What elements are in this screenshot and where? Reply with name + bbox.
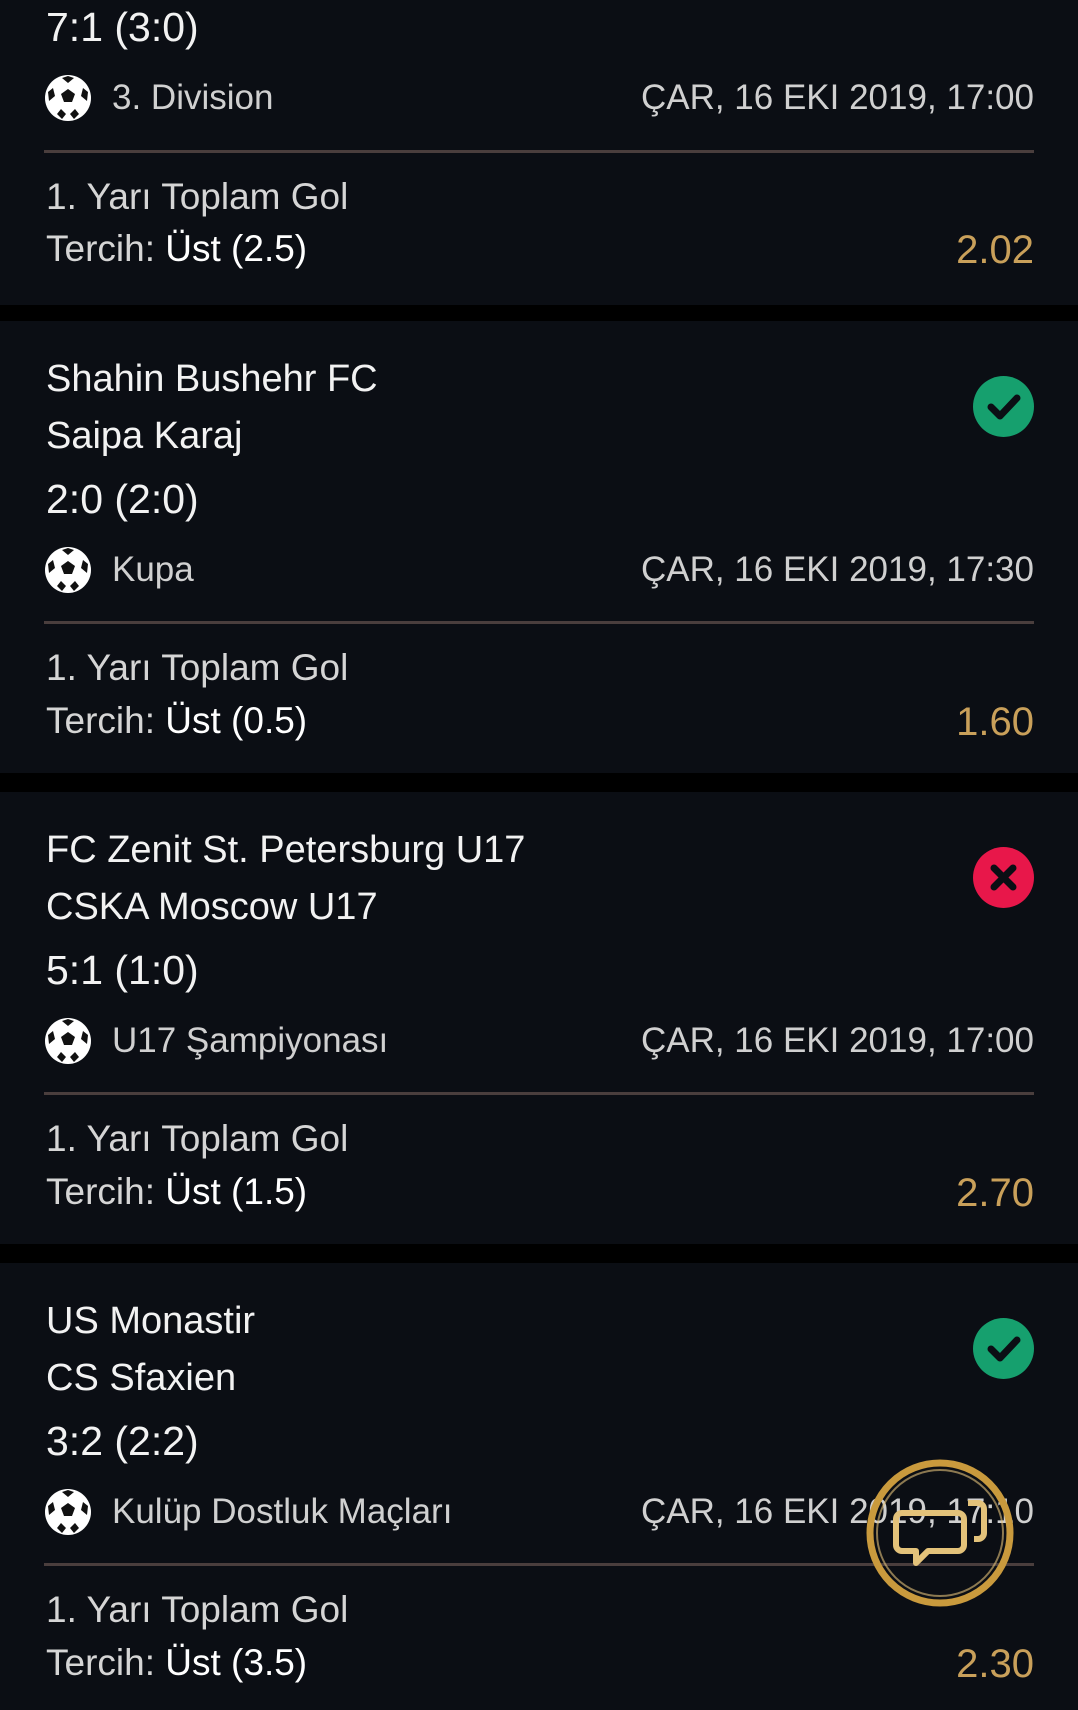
odds-value: 2.02 — [956, 228, 1034, 272]
market-name: 1. Yarı Toplam Gol — [46, 647, 349, 688]
check-circle-icon — [973, 1318, 1034, 1379]
away-team: Saipa Karaj — [46, 415, 243, 457]
league-name: 3. Division — [112, 78, 274, 117]
league-name: Kulüp Dostluk Maçları — [112, 1492, 453, 1531]
match-datetime: ÇAR, 16 EKI 2019, 17:00 — [640, 1021, 1034, 1060]
match-score: 2:0 (2:0) — [46, 476, 199, 522]
soccer-ball-icon — [45, 1018, 91, 1064]
pick-label: Tercih: — [46, 228, 155, 269]
match-score: 3:2 (2:2) — [46, 1418, 199, 1464]
pick-label: Tercih: — [46, 1642, 155, 1683]
odds-value: 2.70 — [956, 1171, 1034, 1215]
card-divider — [44, 150, 1034, 153]
match-datetime: ÇAR, 16 EKI 2019, 17:30 — [640, 550, 1034, 589]
match-datetime: ÇAR, 16 EKI 2019, 17:00 — [640, 78, 1034, 117]
bet-card-3[interactable]: FC Zenit St. Petersburg U17 CSKA Moscow … — [0, 792, 1078, 1244]
pick-value: Üst (2.5) — [165, 228, 308, 269]
pick-row: Tercih: Üst (0.5) — [46, 700, 307, 742]
pick-value: Üst (0.5) — [165, 700, 308, 741]
bet-card-1[interactable]: 7:1 (3:0) 3. Division ÇAR, 16 EKI 2019, … — [0, 0, 1078, 305]
pick-row: Tercih: Üst (2.5) — [46, 228, 307, 270]
home-team: FC Zenit St. Petersburg U17 — [46, 829, 526, 871]
league-name: Kupa — [112, 550, 194, 589]
pick-row: Tercih: Üst (3.5) — [46, 1642, 307, 1684]
soccer-ball-icon — [45, 547, 91, 593]
match-score: 5:1 (1:0) — [46, 947, 199, 993]
home-team: US Monastir — [46, 1300, 256, 1342]
market-name: 1. Yarı Toplam Gol — [46, 1589, 349, 1630]
pick-value: Üst (3.5) — [165, 1642, 308, 1683]
away-team: CSKA Moscow U17 — [46, 886, 378, 928]
chat-bubble-icon[interactable] — [862, 1455, 1017, 1610]
pick-value: Üst (1.5) — [165, 1171, 308, 1212]
odds-value: 1.60 — [956, 700, 1034, 744]
pick-row: Tercih: Üst (1.5) — [46, 1171, 307, 1213]
card-divider — [44, 621, 1034, 624]
x-circle-icon — [973, 847, 1034, 908]
check-circle-icon — [973, 376, 1034, 437]
market-name: 1. Yarı Toplam Gol — [46, 1118, 349, 1159]
soccer-ball-icon — [45, 1489, 91, 1535]
market-name: 1. Yarı Toplam Gol — [46, 176, 349, 217]
soccer-ball-icon — [45, 75, 91, 121]
pick-label: Tercih: — [46, 700, 155, 741]
home-team: Shahin Bushehr FC — [46, 358, 378, 400]
card-divider — [44, 1092, 1034, 1095]
match-score: 7:1 (3:0) — [46, 4, 199, 50]
odds-value: 2.30 — [956, 1642, 1034, 1686]
pick-label: Tercih: — [46, 1171, 155, 1212]
bet-card-2[interactable]: Shahin Bushehr FC Saipa Karaj 2:0 (2:0) … — [0, 321, 1078, 773]
away-team: CS Sfaxien — [46, 1357, 237, 1399]
league-name: U17 Şampiyonası — [112, 1021, 389, 1060]
